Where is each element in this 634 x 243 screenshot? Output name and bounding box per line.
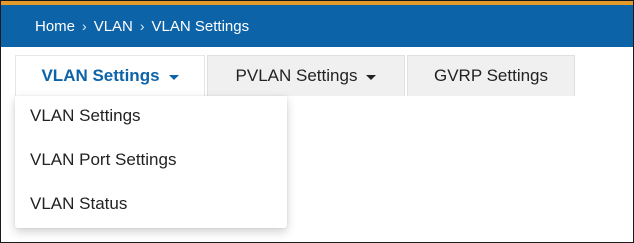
tab-label: GVRP Settings	[433, 66, 549, 85]
tab-vlan-settings[interactable]: VLAN Settings	[15, 55, 205, 96]
breadcrumb-separator: ›	[82, 18, 87, 34]
breadcrumb: Home › VLAN › VLAN Settings	[1, 5, 633, 47]
menu-item-vlan-status[interactable]: VLAN Status	[15, 187, 287, 221]
page-frame: Home › VLAN › VLAN Settings VLAN Setting…	[0, 0, 634, 243]
breadcrumb-current: VLAN Settings	[151, 17, 250, 35]
breadcrumb-home[interactable]: Home	[35, 18, 75, 35]
menu-item-vlan-port-settings[interactable]: VLAN Port Settings	[15, 143, 287, 177]
tab-gvrp-settings[interactable]: GVRP Settings	[407, 55, 575, 96]
menu-item-vlan-settings[interactable]: VLAN Settings	[15, 99, 287, 133]
tab-label: PVLAN Settings	[235, 66, 358, 85]
caret-down-icon	[168, 74, 179, 80]
breadcrumb-separator: ›	[139, 18, 145, 34]
dropdown-menu: VLAN Settings VLAN Port Settings VLAN St…	[15, 96, 287, 228]
tab-pvlan-settings[interactable]: PVLAN Settings	[207, 55, 405, 96]
breadcrumb-vlan[interactable]: VLAN	[94, 18, 133, 35]
tab-label: VLAN Settings	[41, 66, 160, 85]
caret-down-icon	[366, 74, 377, 80]
tab-bar: VLAN Settings PVLAN Settings GVRP Settin…	[15, 53, 577, 96]
